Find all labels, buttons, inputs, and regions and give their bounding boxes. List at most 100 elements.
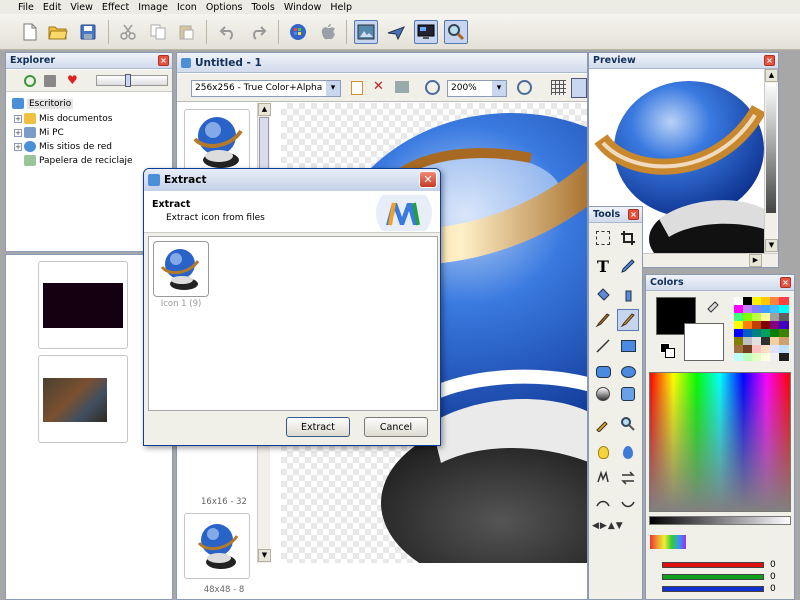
menu-item-window[interactable]: Window bbox=[284, 2, 321, 13]
zoom-out-icon[interactable] bbox=[425, 80, 440, 95]
rectangle-icon[interactable] bbox=[617, 335, 639, 357]
menu-item-tools[interactable]: Tools bbox=[251, 2, 274, 13]
plane-icon[interactable] bbox=[384, 20, 408, 44]
water-drop-icon[interactable] bbox=[617, 441, 639, 463]
paintbrush-icon[interactable] bbox=[617, 309, 639, 331]
blur-icon[interactable] bbox=[592, 493, 614, 515]
preview-scrollbar[interactable]: ▲ ▼ bbox=[764, 69, 778, 253]
menu-item-view[interactable]: View bbox=[70, 2, 93, 13]
zoom-in-icon[interactable] bbox=[517, 80, 532, 95]
text-tool-icon[interactable]: T bbox=[592, 255, 614, 277]
pencil-icon[interactable] bbox=[617, 255, 639, 277]
file-thumbnail[interactable] bbox=[38, 261, 128, 349]
redo-button[interactable] bbox=[246, 20, 270, 44]
palette-swatch[interactable] bbox=[779, 297, 789, 305]
drive-icon[interactable] bbox=[44, 75, 56, 87]
expand-icon[interactable]: + bbox=[14, 114, 22, 123]
export-icon[interactable] bbox=[395, 81, 409, 93]
delete-image-icon[interactable]: ✕ bbox=[373, 79, 384, 94]
menu-item-icon[interactable]: Icon bbox=[177, 2, 197, 13]
crop-icon[interactable] bbox=[617, 227, 639, 249]
grid-icon[interactable] bbox=[551, 80, 566, 95]
scroll-up-icon[interactable]: ▲ bbox=[258, 103, 271, 116]
extracted-icon-item[interactable] bbox=[153, 241, 209, 297]
menu-item-edit[interactable]: Edit bbox=[43, 2, 61, 13]
expand-icon[interactable]: + bbox=[14, 142, 22, 151]
secondary-color-swatch[interactable] bbox=[684, 323, 724, 361]
menu-item-file[interactable]: File bbox=[18, 2, 34, 13]
tree-item-mis-documentos[interactable]: + Mis documentos bbox=[14, 112, 112, 125]
copy-button[interactable] bbox=[146, 20, 170, 44]
swap-colors-icon[interactable] bbox=[706, 299, 720, 313]
palette-swatch[interactable] bbox=[779, 313, 789, 321]
shape-icon[interactable] bbox=[617, 383, 639, 405]
undo-button[interactable] bbox=[216, 20, 240, 44]
scroll-down-icon[interactable]: ▼ bbox=[258, 549, 271, 562]
color-picker-icon[interactable] bbox=[592, 413, 614, 435]
magnifier-icon[interactable] bbox=[617, 413, 639, 435]
search-icon[interactable] bbox=[444, 20, 468, 44]
replace-color-icon[interactable] bbox=[617, 467, 639, 489]
menu-item-options[interactable]: Options bbox=[206, 2, 243, 13]
lightbulb-icon[interactable] bbox=[592, 441, 614, 463]
scroll-down-icon[interactable]: ▼ bbox=[765, 239, 778, 252]
cancel-button[interactable]: Cancel bbox=[364, 417, 428, 437]
close-icon[interactable]: × bbox=[158, 55, 169, 66]
blue-slider[interactable] bbox=[662, 586, 764, 592]
spray-icon[interactable] bbox=[617, 283, 639, 305]
tree-item-mis-sitios-de-red[interactable]: + Mis sitios de red bbox=[14, 140, 112, 153]
expand-icon[interactable]: + bbox=[14, 128, 22, 137]
windows-icon[interactable] bbox=[286, 20, 310, 44]
menu-item-help[interactable]: Help bbox=[330, 2, 352, 13]
tree-item-papelera[interactable]: Papelera de reciclaje bbox=[24, 154, 133, 167]
tree-item-escritorio[interactable]: Escritorio bbox=[12, 97, 74, 110]
palette-swatch[interactable] bbox=[779, 305, 789, 313]
favorite-heart-icon[interactable]: ♥ bbox=[67, 74, 80, 87]
gradient-icon[interactable] bbox=[592, 383, 614, 405]
color-spectrum-picker[interactable] bbox=[649, 372, 791, 512]
monitor-button[interactable] bbox=[414, 20, 438, 44]
luminance-bar[interactable] bbox=[649, 516, 791, 525]
paste-button[interactable] bbox=[174, 20, 198, 44]
refresh-icon[interactable] bbox=[24, 75, 36, 87]
marquee-select-icon[interactable] bbox=[592, 227, 614, 249]
green-slider[interactable] bbox=[662, 574, 764, 580]
menu-item-effect[interactable]: Effect bbox=[102, 2, 129, 13]
palette-swatch[interactable] bbox=[779, 329, 789, 337]
list-view-icon[interactable] bbox=[571, 78, 587, 98]
palette-swatch[interactable] bbox=[779, 321, 789, 329]
close-icon[interactable]: × bbox=[628, 209, 639, 220]
new-file-button[interactable] bbox=[18, 20, 42, 44]
scroll-right-icon[interactable]: ▶ bbox=[749, 254, 762, 267]
close-icon[interactable]: × bbox=[764, 55, 775, 66]
reset-colors-icon[interactable] bbox=[660, 343, 676, 359]
size-slider[interactable] bbox=[96, 74, 168, 87]
extract-button[interactable]: Extract bbox=[286, 417, 350, 437]
brush-icon[interactable] bbox=[592, 309, 614, 331]
palette-swatch[interactable] bbox=[779, 353, 789, 361]
move-arrows-icon[interactable]: ◀▶▲▼ bbox=[592, 521, 640, 533]
smudge-icon[interactable] bbox=[592, 467, 614, 489]
save-button[interactable] bbox=[76, 20, 100, 44]
open-folder-button[interactable] bbox=[46, 20, 70, 44]
rounded-rect-icon[interactable] bbox=[592, 361, 614, 383]
close-icon[interactable]: × bbox=[780, 277, 791, 288]
format-thumbnail[interactable] bbox=[184, 513, 250, 579]
sharpen-icon[interactable] bbox=[617, 493, 639, 515]
red-slider[interactable] bbox=[662, 562, 764, 568]
format-thumbnail[interactable] bbox=[184, 109, 250, 175]
cut-button[interactable] bbox=[116, 20, 140, 44]
zoom-select[interactable]: 200% ▾ bbox=[447, 80, 507, 97]
fill-bucket-icon[interactable] bbox=[592, 283, 614, 305]
palette-swatch[interactable] bbox=[779, 345, 789, 353]
close-icon[interactable]: ✕ bbox=[419, 171, 437, 188]
palette-swatch[interactable] bbox=[779, 337, 789, 345]
menu-item-image[interactable]: Image bbox=[138, 2, 168, 13]
ellipse-icon[interactable] bbox=[617, 361, 639, 383]
line-tool-icon[interactable] bbox=[592, 335, 614, 357]
image-editor-button[interactable] bbox=[354, 20, 378, 44]
new-image-icon[interactable] bbox=[351, 81, 363, 95]
chevron-down-icon[interactable]: ▾ bbox=[326, 81, 340, 96]
chevron-down-icon[interactable]: ▾ bbox=[492, 81, 506, 96]
tree-item-mi-pc[interactable]: + Mi PC bbox=[14, 126, 64, 139]
